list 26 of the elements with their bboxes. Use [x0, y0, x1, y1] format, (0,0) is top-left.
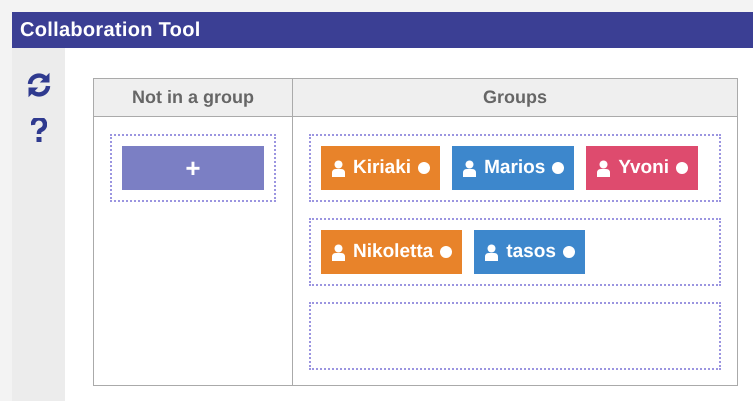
- help-icon[interactable]: [30, 118, 46, 142]
- user-icon: [331, 244, 346, 260]
- status-dot: [676, 162, 688, 174]
- user-icon: [596, 160, 612, 176]
- user-icon: [484, 244, 500, 260]
- user-chip[interactable]: tasos: [474, 230, 585, 274]
- add-button[interactable]: +: [122, 146, 264, 190]
- user-chip[interactable]: Yvoni: [586, 146, 698, 190]
- user-icon: [462, 160, 478, 176]
- column-header: Not in a group: [94, 79, 293, 117]
- user-name: Kiriaki: [353, 157, 412, 179]
- window-title: Collaboration Tool: [12, 12, 753, 48]
- status-dot: [552, 162, 564, 174]
- status-dot: [562, 246, 575, 258]
- user-name: Marios: [484, 157, 546, 179]
- user-name: tasos: [506, 241, 556, 263]
- user-chip[interactable]: Nikoletta: [321, 230, 462, 274]
- user-name: Nikoletta: [353, 241, 434, 263]
- status-dot: [440, 246, 452, 258]
- status-dot: [418, 162, 430, 174]
- column-header: Groups: [293, 79, 737, 117]
- user-icon: [331, 160, 346, 176]
- user-chip[interactable]: Marios: [452, 146, 574, 190]
- refresh-icon[interactable]: [26, 72, 52, 98]
- user-name: Yvoni: [618, 157, 670, 179]
- user-chip[interactable]: Kiriaki: [321, 146, 440, 190]
